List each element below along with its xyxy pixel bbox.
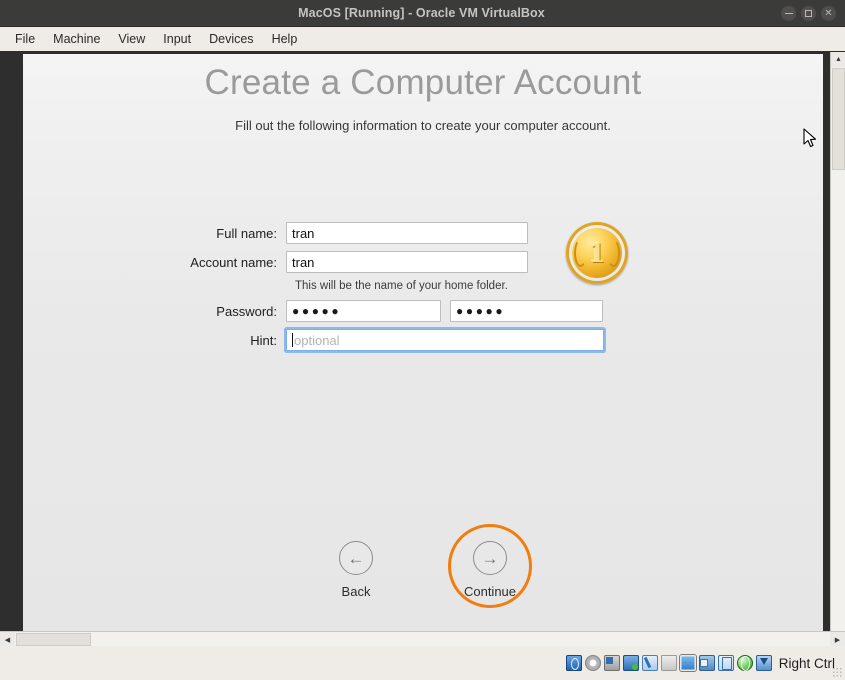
coin-number: 1 (589, 236, 605, 269)
page-title: Create a Computer Account (204, 63, 642, 102)
page-subtitle: Fill out the following information to cr… (235, 118, 611, 133)
host-key-label: Right Ctrl (778, 655, 835, 671)
continue-button-label: Continue (463, 584, 517, 599)
host-key-icon[interactable] (755, 655, 772, 671)
multi-screen-icon[interactable] (698, 655, 715, 671)
virtualbox-window: MacOS [Running] - Oracle VM VirtualBox ✕… (0, 0, 845, 680)
video-capture-icon[interactable] (717, 655, 734, 671)
menu-item-help[interactable]: Help (263, 30, 307, 48)
hint-label: Hint: (250, 332, 277, 348)
minimize-button[interactable] (781, 5, 796, 21)
floppy-disk-icon[interactable] (603, 655, 620, 671)
back-button-label: Back (341, 584, 371, 599)
scroll-right-arrow-icon[interactable]: ▶ (830, 632, 845, 647)
resize-grip[interactable] (832, 667, 842, 677)
menu-item-file[interactable]: File (6, 30, 44, 48)
account-name-row: Account name: tran (23, 251, 823, 273)
hint-row: Hint: optional (23, 329, 823, 351)
status-bar: Right Ctrl (0, 646, 845, 680)
back-arrow-icon: ← (339, 541, 373, 575)
usb-icon[interactable] (641, 655, 658, 671)
account-form: 1 Full name: tran Account name: tran Thi… (23, 222, 823, 358)
menu-bar: File Machine View Input Devices Help (0, 27, 845, 52)
hard-disk-icon[interactable] (565, 655, 582, 671)
coin-face: 1 (572, 228, 622, 278)
network-icon[interactable] (622, 655, 639, 671)
password-label: Password: (216, 303, 277, 319)
installer-footer-buttons: ← Back → Continue (23, 524, 823, 608)
full-name-row: Full name: tran (23, 222, 823, 244)
menu-item-devices[interactable]: Devices (200, 30, 262, 48)
password-dots: ●●●●● (292, 304, 342, 318)
menu-item-machine[interactable]: Machine (44, 30, 109, 48)
continue-arrow-icon: → (473, 541, 507, 575)
vertical-scrollbar[interactable]: ▲ ▼ (830, 52, 845, 646)
full-name-input[interactable]: tran (286, 222, 528, 244)
account-name-helper-text: This will be the name of your home folde… (295, 280, 508, 292)
maximize-icon (805, 9, 812, 17)
laurel-left-icon (574, 239, 587, 267)
window-controls: ✕ (781, 5, 845, 21)
display-icon[interactable] (679, 655, 696, 671)
gold-coin-avatar[interactable]: 1 (566, 222, 628, 284)
continue-button[interactable]: → Continue (447, 524, 533, 608)
helper-spacer (23, 280, 286, 292)
maximize-button[interactable] (801, 5, 816, 21)
minimize-icon (784, 12, 793, 14)
horizontal-scroll-thumb[interactable] (16, 633, 91, 646)
menu-item-view[interactable]: View (109, 30, 154, 48)
full-name-label: Full name: (216, 225, 277, 241)
close-button[interactable]: ✕ (821, 5, 836, 21)
close-icon: ✕ (824, 7, 833, 19)
vertical-scroll-thumb[interactable] (832, 68, 845, 170)
password-input[interactable]: ●●●●● (286, 300, 441, 322)
account-name-helper-row: This will be the name of your home folde… (23, 280, 823, 292)
text-caret (292, 333, 293, 347)
hint-placeholder: optional (294, 332, 340, 348)
back-button[interactable]: ← Back (313, 541, 399, 599)
password-row: Password: ●●●●● ●●●●● (23, 300, 823, 322)
scroll-left-arrow-icon[interactable]: ◀ (0, 632, 15, 647)
laurel-right-icon (607, 239, 620, 267)
hint-input[interactable]: optional (286, 329, 604, 351)
password-verify-dots: ●●●●● (456, 304, 506, 318)
account-name-input[interactable]: tran (286, 251, 528, 273)
vm-viewport-frame: Create a Computer Account Fill out the f… (0, 52, 845, 646)
account-name-label: Account name: (190, 254, 277, 270)
vm-guest-screen[interactable]: Create a Computer Account Fill out the f… (23, 54, 823, 637)
menu-item-input[interactable]: Input (154, 30, 200, 48)
window-title: MacOS [Running] - Oracle VM VirtualBox (298, 6, 545, 20)
scroll-up-arrow-icon[interactable]: ▲ (831, 52, 845, 67)
shared-folders-icon[interactable] (660, 655, 677, 671)
title-bar: MacOS [Running] - Oracle VM VirtualBox ✕ (0, 0, 845, 27)
optical-disk-icon[interactable] (584, 655, 601, 671)
horizontal-scrollbar[interactable]: ◀ ▶ (0, 631, 845, 647)
guest-additions-icon[interactable] (736, 655, 753, 671)
password-verify-input[interactable]: ●●●●● (450, 300, 603, 322)
